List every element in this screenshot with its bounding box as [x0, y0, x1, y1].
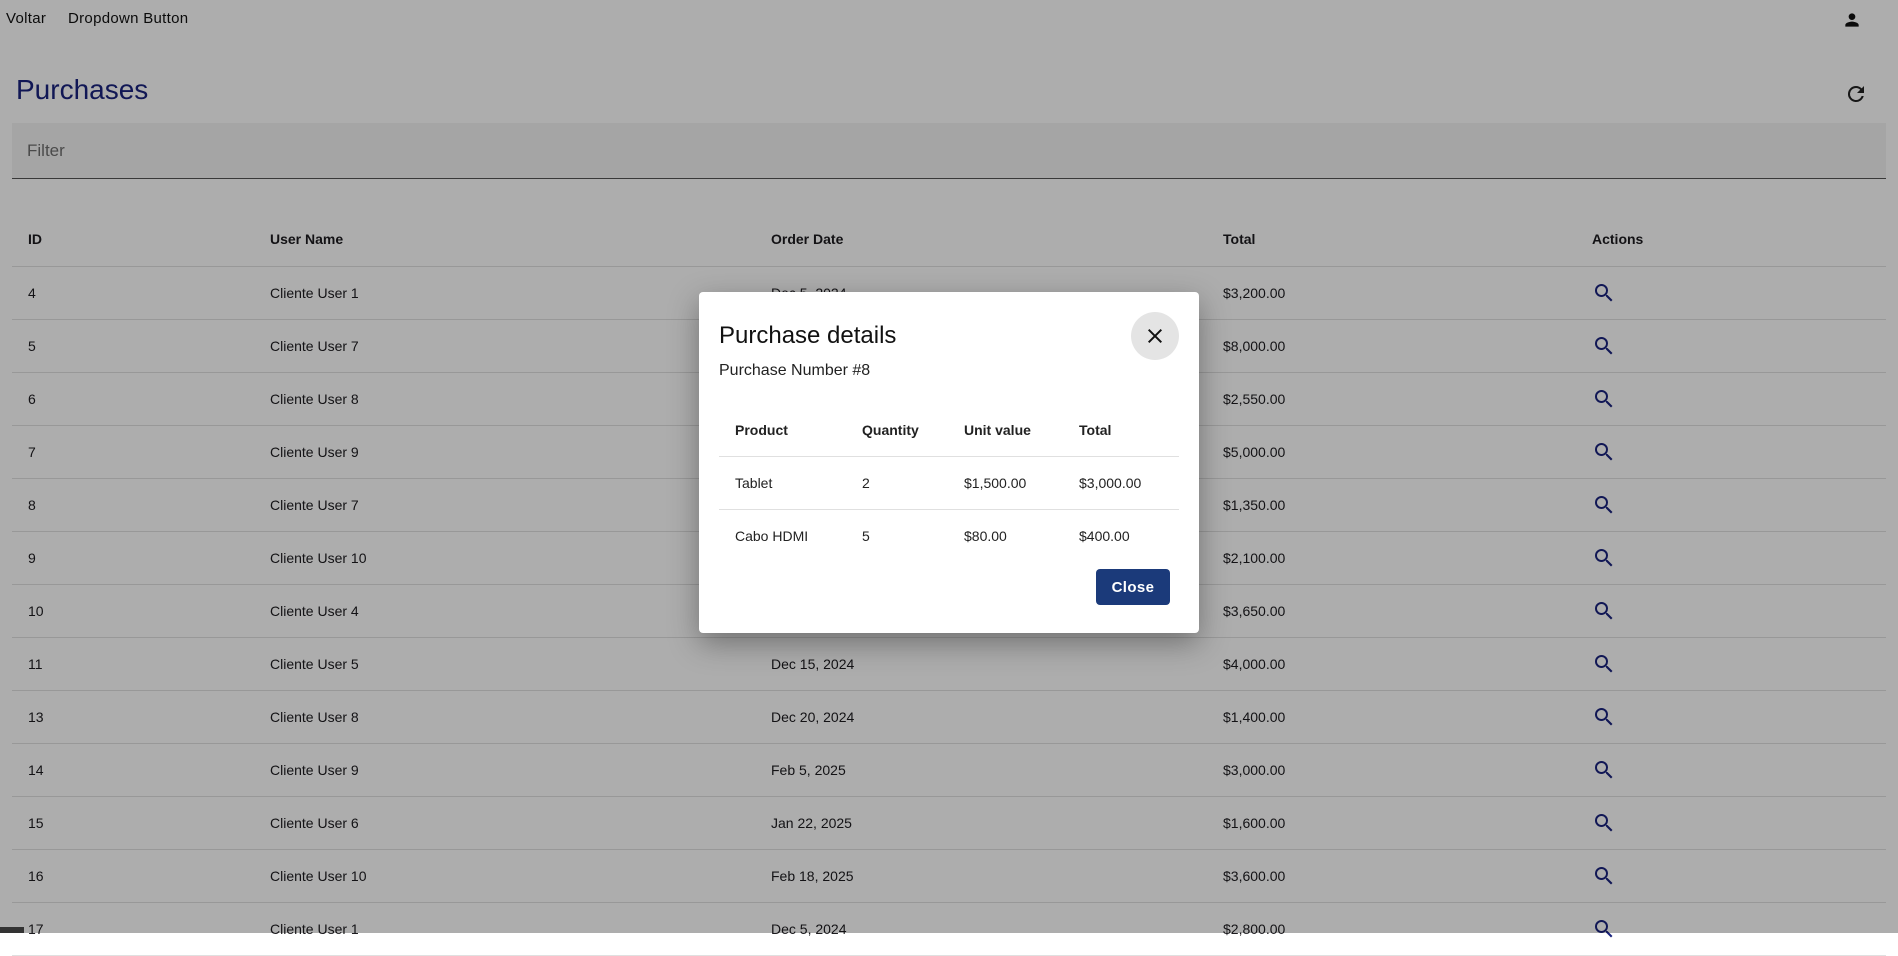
item-row: Tablet 2 $1,500.00 $3,000.00 [719, 457, 1179, 510]
item-total: $3,000.00 [1079, 475, 1142, 491]
items-header-row: Product Quantity Unit value Total [719, 404, 1179, 457]
corner-handle [0, 927, 24, 933]
items-header-product: Product [735, 422, 788, 438]
close-icon [1148, 329, 1162, 343]
item-total: $400.00 [1079, 528, 1130, 544]
items-header-total: Total [1079, 422, 1112, 438]
item-quantity: 5 [862, 528, 870, 544]
item-row: Cabo HDMI 5 $80.00 $400.00 [719, 510, 1179, 562]
dialog-close-button[interactable] [1131, 312, 1179, 360]
dialog-subtitle: Purchase Number #8 [719, 362, 871, 379]
dialog-title: Purchase details [719, 322, 897, 349]
items-header-quantity: Quantity [862, 422, 919, 438]
close-button[interactable]: Close [1096, 569, 1170, 605]
item-product: Tablet [735, 475, 773, 491]
item-product: Cabo HDMI [735, 528, 809, 544]
purchase-details-dialog: Purchase details Purchase Number #8 Prod… [699, 292, 1199, 633]
item-unit-value: $1,500.00 [964, 475, 1027, 491]
purchase-items-table: Product Quantity Unit value Total Tablet… [719, 404, 1179, 562]
items-header-unit-value: Unit value [964, 422, 1031, 438]
item-quantity: 2 [862, 475, 870, 491]
item-unit-value: $80.00 [964, 528, 1007, 544]
